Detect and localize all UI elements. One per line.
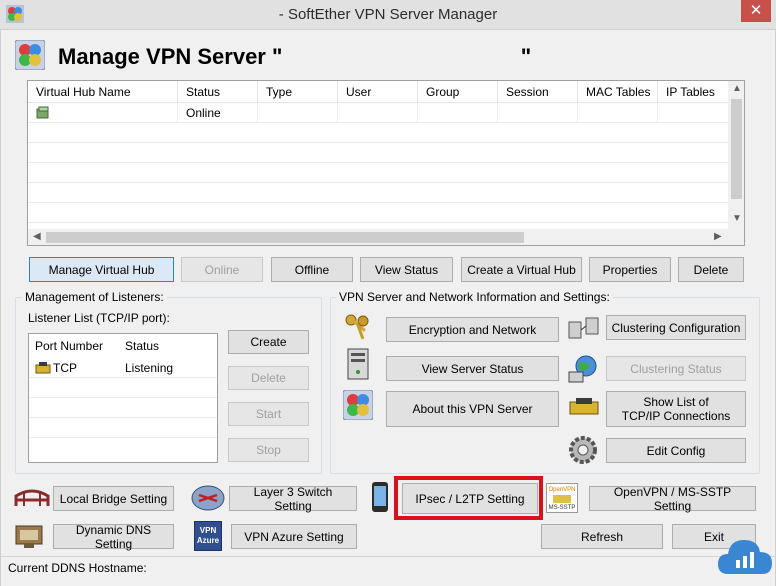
column-header[interactable]: Status	[119, 334, 217, 358]
refresh-button[interactable]: Refresh	[541, 524, 663, 549]
column-header[interactable]: Status	[178, 81, 258, 103]
scroll-up-icon[interactable]: ▲	[732, 83, 742, 94]
tcp-connections-label-line2: TCP/IP Connections	[621, 409, 731, 423]
column-header[interactable]: Port Number	[29, 334, 119, 358]
column-header[interactable]: Group	[418, 81, 498, 103]
ipsec-highlight-box	[394, 476, 543, 520]
offline-button[interactable]: Offline	[271, 257, 353, 282]
table-header: Virtual Hub Name Status Type User Group …	[28, 81, 728, 103]
scroll-left-icon[interactable]: ◀	[33, 231, 41, 242]
openvpn-icon-top-label: OpenVPN	[548, 487, 576, 493]
hub-user-cell	[338, 103, 418, 123]
port-icon	[35, 362, 51, 374]
ddns-hostname-label: Current DDNS Hostname:	[8, 561, 147, 575]
hub-group-cell	[418, 103, 498, 123]
openvpn-ms-sstp-setting-button[interactable]: OpenVPN / MS-SSTP Setting	[589, 485, 756, 513]
table-row	[28, 203, 728, 223]
gear-icon	[569, 436, 597, 464]
view-server-status-button[interactable]: View Server Status	[386, 356, 559, 381]
virtual-hub-table[interactable]: Virtual Hub Name Status Type User Group …	[27, 80, 745, 246]
hub-mac-cell	[578, 103, 658, 123]
manage-virtual-hub-button[interactable]: Manage Virtual Hub	[29, 257, 174, 282]
listeners-group-title: Management of Listeners:	[22, 290, 167, 304]
layer3-switch-icon	[191, 485, 225, 511]
table-row[interactable]: TCP Listening	[29, 358, 217, 378]
openvpn-icon-badge	[553, 495, 571, 503]
listener-status-cell: Listening	[125, 361, 174, 375]
table-row[interactable]: Online	[28, 103, 728, 123]
clustering-configuration-button[interactable]: Clustering Configuration	[606, 315, 746, 340]
table-row	[28, 123, 728, 143]
stop-listener-button[interactable]: Stop	[228, 438, 309, 462]
vpn-azure-icon-line2: Azure	[196, 536, 220, 545]
vpn-azure-icon-line1: VPN	[199, 526, 217, 535]
local-bridge-icon	[14, 489, 50, 506]
vpn-azure-icon: VPN Azure	[194, 521, 222, 551]
openvpn-icon-bottom-label: MS-SSTP	[548, 505, 576, 511]
hub-session-cell	[498, 103, 578, 123]
about-vpn-server-button[interactable]: About this VPN Server	[386, 391, 559, 427]
hub-ip-cell	[658, 103, 728, 123]
encryption-network-button[interactable]: Encryption and Network	[386, 317, 559, 342]
show-tcp-connections-button[interactable]: Show List of TCP/IP Connections	[606, 391, 746, 427]
horizontal-scroll-thumb[interactable]	[46, 232, 524, 243]
column-header[interactable]: Session	[498, 81, 578, 103]
globe-computer-icon	[568, 355, 597, 383]
hub-type-cell	[258, 103, 338, 123]
window-title: - SoftEther VPN Server Manager	[278, 6, 498, 23]
dynamic-dns-setting-button[interactable]: Dynamic DNS Setting	[53, 523, 174, 551]
page-title: Manage VPN Server " "	[58, 44, 532, 69]
dynamic-dns-icon	[15, 525, 43, 548]
table-row	[29, 418, 217, 438]
server-icon	[347, 348, 369, 380]
scroll-down-icon[interactable]: ▼	[732, 213, 742, 224]
column-header[interactable]: MAC Tables	[578, 81, 658, 103]
properties-button[interactable]: Properties	[589, 257, 671, 282]
hub-status-cell: Online	[178, 103, 258, 123]
edit-config-button[interactable]: Edit Config	[606, 438, 746, 463]
clustering-status-button[interactable]: Clustering Status	[606, 356, 746, 381]
table-row	[29, 398, 217, 418]
about-server-icon	[343, 390, 373, 420]
column-header[interactable]: IP Tables	[658, 81, 728, 103]
start-listener-button[interactable]: Start	[228, 402, 309, 426]
listener-port-cell: TCP	[53, 361, 77, 375]
vertical-scroll-thumb[interactable]	[731, 99, 742, 199]
view-status-button[interactable]: View Status	[360, 257, 453, 282]
vpn-server-icon	[15, 40, 45, 70]
column-header[interactable]: Virtual Hub Name	[28, 81, 178, 103]
table-row	[28, 183, 728, 203]
online-button[interactable]: Online	[181, 257, 263, 282]
server-info-group-title: VPN Server and Network Information and S…	[336, 290, 613, 304]
listener-list-label: Listener List (TCP/IP port):	[28, 311, 170, 325]
table-row	[28, 163, 728, 183]
openvpn-icon: OpenVPN MS-SSTP	[546, 483, 578, 513]
layer3-switch-setting-button[interactable]: Layer 3 Switch Setting	[229, 485, 357, 513]
close-button[interactable]: ✕	[741, 0, 771, 22]
create-virtual-hub-button[interactable]: Create a Virtual Hub	[461, 257, 582, 282]
column-header[interactable]: User	[338, 81, 418, 103]
status-bar-divider	[0, 556, 776, 557]
table-row	[28, 143, 728, 163]
hub-name-cell	[28, 103, 178, 123]
keys-icon	[345, 314, 369, 340]
create-listener-button[interactable]: Create	[228, 330, 309, 354]
vpn-azure-setting-button[interactable]: VPN Azure Setting	[231, 524, 357, 549]
local-bridge-setting-button[interactable]: Local Bridge Setting	[53, 486, 174, 511]
table-row	[29, 378, 217, 398]
cluster-servers-icon	[568, 317, 599, 339]
tcp-connections-label-line1: Show List of	[643, 395, 709, 409]
delete-hub-button[interactable]: Delete	[678, 257, 744, 282]
listener-table[interactable]: Port Number Status TCP Listening	[28, 333, 218, 463]
scroll-right-icon[interactable]: ▶	[714, 231, 722, 242]
cloud-logo-icon	[718, 540, 772, 574]
tcp-connections-icon	[569, 398, 599, 415]
column-header[interactable]: Type	[258, 81, 338, 103]
delete-listener-button[interactable]: Delete	[228, 366, 309, 390]
smartphone-icon	[372, 482, 388, 512]
